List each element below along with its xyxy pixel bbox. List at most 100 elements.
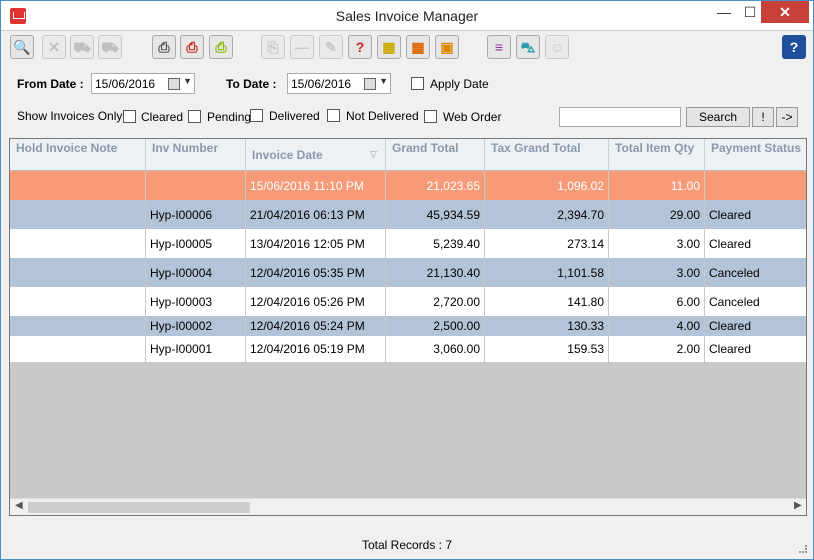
column-header-grand-total[interactable]: Grand Total (386, 139, 485, 171)
cell-tax: 2,394.70 (485, 200, 609, 229)
table-row[interactable]: Hyp-I00004 12/04/2016 05:35 PM 21,130.40 1,… (10, 258, 806, 287)
delivered-checkbox[interactable] (250, 109, 263, 122)
from-date-value: 15/06/2016 (95, 77, 156, 91)
cell-date: 12/04/2016 05:35 PM (246, 258, 386, 287)
web-order-label: Web Order (443, 110, 502, 124)
calendar-icon[interactable] (364, 78, 376, 90)
to-date-value: 15/06/2016 (291, 77, 352, 91)
search-button[interactable]: 🔍 (10, 35, 34, 59)
not-delivered-label: Not Delivered (346, 109, 419, 123)
cell-date: 12/04/2016 05:19 PM (246, 336, 386, 362)
resize-grip-icon[interactable] (799, 545, 807, 553)
close-button[interactable]: ✕ (761, 1, 809, 23)
help-doc-icon: ? (355, 39, 365, 55)
cart-button[interactable]: ⛍ (516, 35, 540, 59)
show-invoices-label: Show Invoices Only : (17, 109, 130, 123)
users-button[interactable]: ☺ (545, 35, 569, 59)
cell-grand: 45,934.59 (386, 200, 485, 229)
copy-button[interactable]: ⎘ (261, 35, 285, 59)
cell-status: Cleared (705, 200, 806, 229)
copy-icon: ⎘ (267, 39, 279, 55)
invoice-grid[interactable]: Hold Invoice Note Inv Number Invoice Date G… (9, 138, 807, 516)
cell-qty: 2.00 (609, 336, 705, 362)
help-doc-button[interactable]: ? (348, 35, 372, 59)
apply-date-label: Apply Date (430, 77, 489, 91)
horizontal-scrollbar[interactable]: ◀ ▶ (10, 498, 806, 515)
total-records-status: Total Records : 7 (361, 538, 453, 552)
cell-inv: Hyp-I00002 (146, 316, 246, 336)
scroll-right-icon[interactable]: ▶ (794, 500, 802, 511)
cell-inv: Hyp-I00003 (146, 287, 246, 316)
delivery-icon: ⛟ (101, 39, 119, 55)
cell-status: Cleared (705, 316, 806, 336)
to-date-label: To Date : (226, 77, 277, 91)
scroll-left-icon[interactable]: ◀ (15, 500, 23, 511)
delete-button[interactable]: ✕ (42, 35, 66, 59)
print-green-button[interactable]: ⎙ (209, 35, 233, 59)
delivered-label: Delivered (269, 109, 320, 123)
column-header-hold-invoice-note[interactable]: Hold Invoice Note (10, 139, 146, 171)
cell-status: Canceled (705, 287, 806, 316)
cell-grand: 21,130.40 (386, 258, 485, 287)
cell-note (10, 171, 146, 200)
scrollbar-thumb[interactable] (28, 502, 250, 513)
table-row[interactable]: Hyp-I00003 12/04/2016 05:26 PM 2,720.00 141… (10, 287, 806, 316)
pending-checkbox[interactable] (188, 110, 201, 123)
help-icon: ? (789, 39, 799, 55)
delivery-button[interactable]: ⛟ (98, 35, 122, 59)
cell-inv: Hyp-I00005 (146, 229, 246, 258)
cell-grand: 2,500.00 (386, 316, 485, 336)
next-button[interactable]: -> (776, 107, 798, 127)
maximize-button[interactable]: ☐ (736, 1, 764, 23)
cell-tax: 1,096.02 (485, 171, 609, 200)
print-red-icon: ⎙ (186, 39, 198, 55)
column-header-inv-number[interactable]: Inv Number (146, 139, 246, 171)
web-order-checkbox[interactable] (424, 110, 437, 123)
cell-grand: 5,239.40 (386, 229, 485, 258)
truck-button[interactable]: ⛟ (70, 35, 94, 59)
column-header-payment-status[interactable]: Payment Status (705, 139, 806, 171)
cell-qty: 29.00 (609, 200, 705, 229)
cell-qty: 11.00 (609, 171, 705, 200)
table-row[interactable]: Hyp-I00005 13/04/2016 12:05 PM 5,239.40 273… (10, 229, 806, 258)
table-row[interactable]: Hyp-I00002 12/04/2016 05:24 PM 2,500.00 130… (10, 316, 806, 336)
search-input[interactable] (559, 107, 681, 127)
minus-button[interactable]: — (290, 35, 314, 59)
cleared-label: Cleared (141, 110, 184, 124)
chevron-down-icon[interactable]: ▼ (379, 76, 388, 86)
calendar-icon[interactable] (168, 78, 180, 90)
cleared-checkbox[interactable] (123, 110, 136, 123)
list-button[interactable]: ≡ (487, 35, 511, 59)
grid-down-button[interactable]: ▦ (377, 35, 401, 59)
column-header-invoice-date[interactable]: Invoice Date (246, 139, 386, 171)
main-window: Sales Invoice Manager — ☐ ✕ 🔍 ✕ ⛟ ⛟ ⎙ ⎙ ⎙ ⎘ — ✎? ▦… (0, 0, 814, 560)
cell-status (705, 171, 806, 200)
help-button[interactable]: ? (782, 35, 806, 59)
print-button[interactable]: ⎙ (152, 35, 176, 59)
not-delivered-checkbox[interactable] (327, 109, 340, 122)
cell-qty: 4.00 (609, 316, 705, 336)
eraser-button[interactable]: ✎ (319, 35, 343, 59)
apply-date-checkbox[interactable] (411, 77, 424, 90)
print-red-button[interactable]: ⎙ (180, 35, 204, 59)
cell-tax: 1,101.58 (485, 258, 609, 287)
search-button[interactable]: Search (686, 107, 750, 127)
cell-note (10, 336, 146, 362)
to-date-picker[interactable]: 15/06/2016 ▼ (287, 73, 391, 94)
title-bar: Sales Invoice Manager — ☐ ✕ (1, 1, 813, 31)
column-header-total-item-qty[interactable]: Total Item Qty (609, 139, 705, 171)
table-row[interactable]: Hyp-I00001 12/04/2016 05:19 PM 3,060.00 159… (10, 336, 806, 362)
grid-down-icon: ▦ (382, 39, 396, 55)
box-button[interactable]: ▣ (435, 35, 459, 59)
window-title: Sales Invoice Manager (335, 8, 479, 24)
truck-icon: ⛟ (73, 39, 91, 55)
minimize-button[interactable]: — (710, 1, 738, 23)
column-header-tax-grand-total[interactable]: Tax Grand Total (485, 139, 609, 171)
table-row[interactable]: 15/06/2016 11:10 PM 21,023.65 1,096.02 11.0… (10, 171, 806, 200)
chevron-down-icon[interactable]: ▼ (183, 76, 192, 86)
exclaim-button[interactable]: ! (752, 107, 774, 127)
from-date-picker[interactable]: 15/06/2016 ▼ (91, 73, 195, 94)
table-row[interactable]: Hyp-I00006 21/04/2016 06:13 PM 45,934.59 2,… (10, 200, 806, 229)
print-green-icon: ⎙ (215, 39, 227, 55)
grid-arrow-button[interactable]: ▦ (406, 35, 430, 59)
